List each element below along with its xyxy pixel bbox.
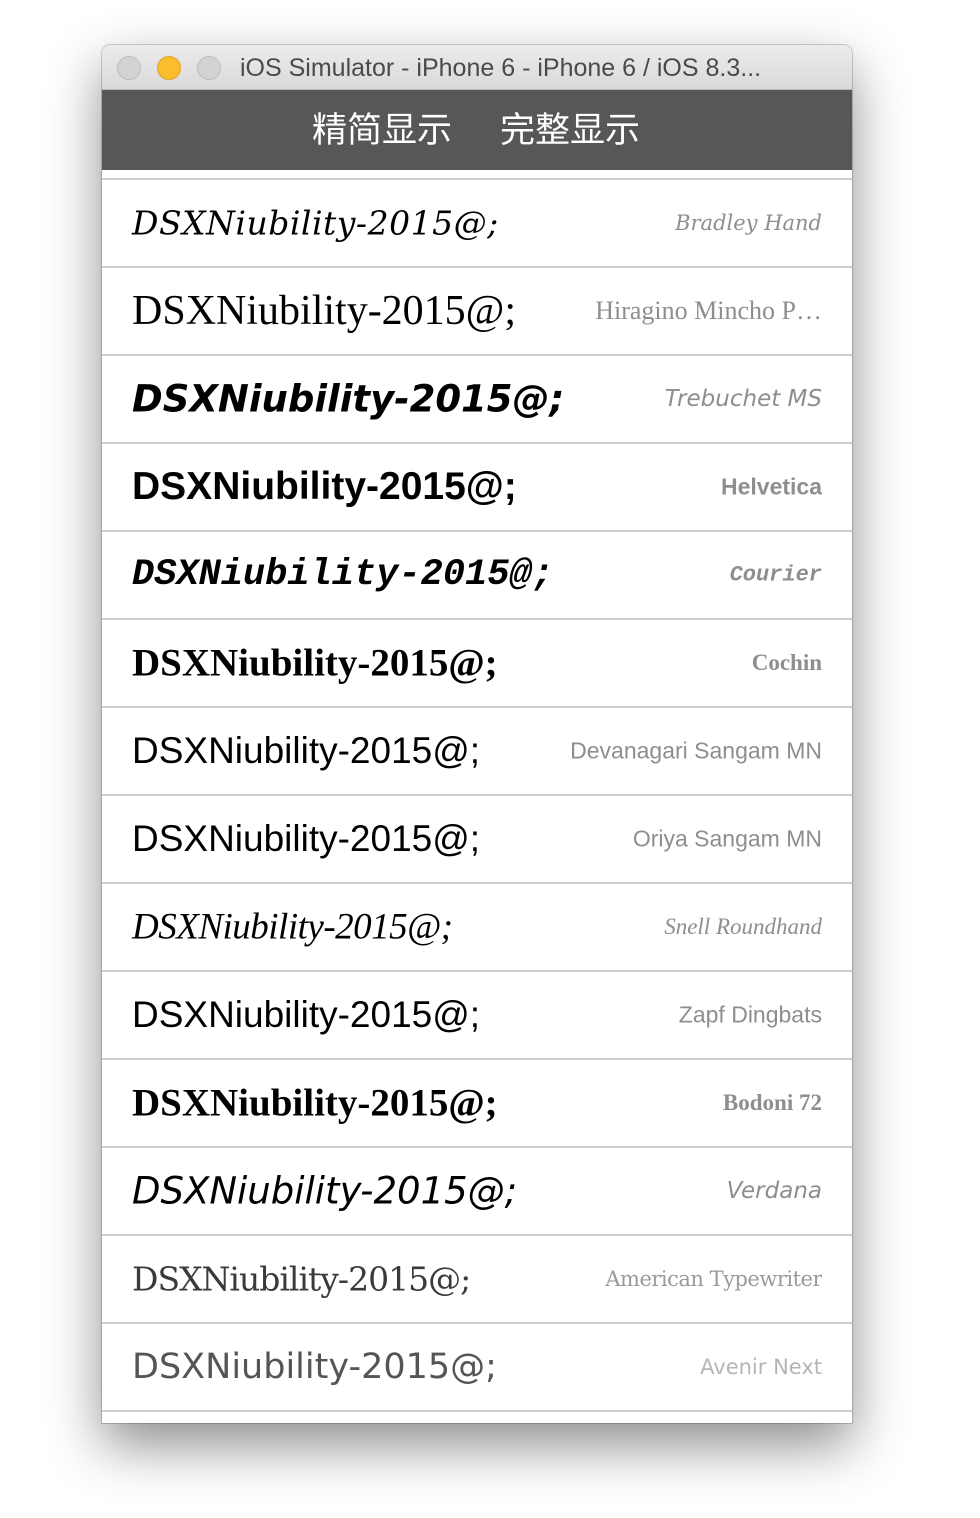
minimize-window-button[interactable] — [157, 56, 181, 80]
navigation-bar: 精简显示 完整显示 — [102, 90, 852, 170]
sample-text: DSXNiubility-2015@; — [132, 203, 499, 243]
simple-display-button[interactable]: 精简显示 — [312, 90, 452, 170]
font-list[interactable]: DSXNiubility-2015@; Bradley Hand DSXNiub… — [102, 170, 852, 1423]
sample-text: DSXNiubility-2015@; — [132, 1259, 471, 1299]
list-item-trebuchet-ms[interactable]: DSXNiubility-2015@; Trebuchet MS — [102, 356, 852, 444]
list-item-snell-roundhand[interactable]: DSXNiubility-2015@; Snell Roundhand — [102, 884, 852, 972]
font-name-label: Snell Roundhand — [664, 914, 822, 939]
list-item-helvetica[interactable]: DSXNiubility-2015@; Helvetica — [102, 444, 852, 532]
font-name-label: Courier — [729, 562, 822, 588]
sample-text: DSXNiubility-2015@; — [132, 818, 481, 859]
sample-text: DSXNiubility-2015@; — [132, 1081, 498, 1125]
zoom-window-button[interactable] — [197, 56, 221, 80]
font-name-label: Bodoni 72 — [722, 1090, 822, 1115]
list-item-verdana[interactable]: DSXNiubility-2015@; Verdana — [102, 1148, 852, 1236]
font-name-label: Oriya Sangam MN — [632, 825, 822, 852]
font-name-label: Cochin — [751, 650, 822, 675]
sample-text: DSXNiubility-2015@; — [132, 465, 517, 508]
font-name-label: American Typewriter — [605, 1267, 822, 1291]
sample-text: DSXNiubility-2015@; — [132, 1347, 497, 1387]
list-item-bradley-hand[interactable]: DSXNiubility-2015@; Bradley Hand — [102, 180, 852, 268]
font-name-label: Avenir Next — [700, 1355, 822, 1379]
font-name-label: Devanagari Sangam MN — [570, 737, 822, 764]
title-bar[interactable]: iOS Simulator - iPhone 6 - iPhone 6 / iO… — [102, 45, 852, 90]
list-item-oriya-sangam-mn[interactable]: DSXNiubility-2015@; Oriya Sangam MN — [102, 796, 852, 884]
sample-text: DSXNiubility-2015@; — [132, 1169, 518, 1213]
list-item-avenir-next[interactable]: DSXNiubility-2015@; Avenir Next — [102, 1324, 852, 1412]
full-display-button[interactable]: 完整显示 — [500, 90, 640, 170]
list-item-devanagari-sangam-mn[interactable]: DSXNiubility-2015@; Devanagari Sangam MN — [102, 708, 852, 796]
font-name-label: Bradley Hand — [675, 211, 822, 235]
list-item-courier[interactable]: DSXNiubility-2015@; Courier — [102, 532, 852, 620]
sample-text: DSXNiubility-2015@; — [132, 730, 481, 771]
list-item-zapf-dingbats[interactable]: DSXNiubility-2015@; Zapf Dingbats — [102, 972, 852, 1060]
font-name-label: Zapf Dingbats — [678, 1001, 822, 1028]
sample-text: DSXNiubility-2015@; — [132, 906, 453, 948]
sample-text: DSXNiubility-2015@; — [132, 641, 498, 685]
sample-text: DSXNiubility-2015@; — [132, 994, 481, 1035]
sample-text: DSXNiubility-2015@; — [132, 554, 554, 596]
font-name-label: Hiragino Mincho P… — [595, 296, 822, 325]
list-item-bodoni-72[interactable]: DSXNiubility-2015@; Bodoni 72 — [102, 1060, 852, 1148]
list-item-cochin[interactable]: DSXNiubility-2015@; Cochin — [102, 620, 852, 708]
font-name-label: Verdana — [726, 1178, 822, 1204]
list-item-american-typewriter[interactable]: DSXNiubility-2015@; American Typewriter — [102, 1236, 852, 1324]
list-item-hiragino-mincho[interactable]: DSXNiubility-2015@; Hiragino Mincho P… — [102, 268, 852, 356]
font-name-label: Helvetica — [720, 473, 822, 500]
sample-text: DSXNiubility-2015@; — [132, 288, 517, 334]
sample-text: DSXNiubility-2015@; — [132, 377, 565, 421]
simulator-window: iOS Simulator - iPhone 6 - iPhone 6 / iO… — [102, 45, 852, 1423]
close-window-button[interactable] — [117, 56, 141, 80]
window-title: iOS Simulator - iPhone 6 - iPhone 6 / iO… — [240, 54, 762, 82]
font-name-label: Trebuchet MS — [664, 386, 822, 412]
